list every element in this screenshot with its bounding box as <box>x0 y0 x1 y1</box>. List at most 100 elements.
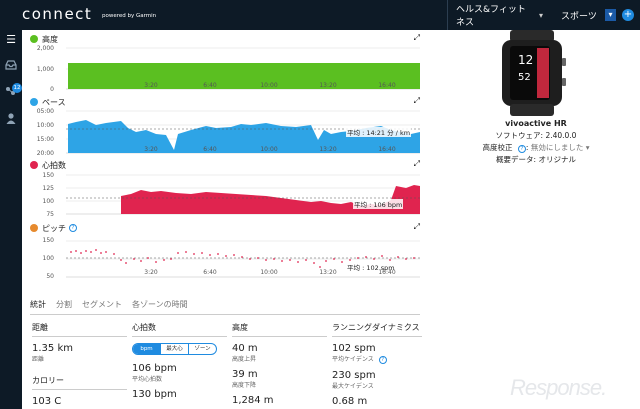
y-tick: 1,000 <box>36 66 54 73</box>
segment-bpm[interactable]: bpm <box>133 344 161 354</box>
y-tick: 125 <box>42 185 54 192</box>
avg-cadence-label-text: 平均ケイデンス <box>332 356 374 363</box>
expand-icon[interactable]: ⤢ <box>414 33 420 43</box>
elev-gain-label: 高度上昇 <box>232 356 257 363</box>
max-hr-value: 130 bpm <box>132 389 177 400</box>
add-button[interactable]: + <box>622 9 634 21</box>
elevation-correction-value[interactable]: 無効にしました <box>531 143 584 152</box>
elevation-area <box>68 63 420 89</box>
device-image: 12 52 <box>502 30 566 116</box>
nav-sports[interactable]: スポーツ <box>555 0 607 30</box>
pace-chart: ペース ⤢ 05:00 10:00 15:00 20:00 平均 : 14:21… <box>30 96 420 157</box>
chart-title: ピッチ <box>42 223 66 233</box>
logo-subtitle: powered by Garmin <box>102 13 157 19</box>
avg-hr-value: 106 bpm <box>132 363 177 374</box>
segment-zones[interactable]: ゾーン <box>189 344 216 354</box>
info-icon[interactable]: ? <box>69 224 77 232</box>
chart-header: 心拍数 <box>30 159 66 171</box>
y-tick: 100 <box>42 198 54 205</box>
elevation-chart: 高度 ⤢ 2,000 1,000 0 3:20 6:40 10:00 13:20… <box>30 33 420 93</box>
distance-value: 1.35 km <box>32 343 73 354</box>
y-tick: 150 <box>42 237 54 244</box>
avg-cadence-label: 平均ケイデンス ? <box>332 354 422 364</box>
y-tick: 20:00 <box>36 150 54 157</box>
y-tick: 05:00 <box>36 108 54 115</box>
user-icon[interactable] <box>5 112 17 124</box>
summary-data: 概要データ: オリジナル <box>496 155 576 164</box>
chevron-down-icon: ▾ <box>608 10 613 19</box>
nav-sports-label: スポーツ <box>561 11 597 22</box>
svg-text:52: 52 <box>518 72 531 83</box>
stat-title: 距離 <box>32 322 127 337</box>
heart-rate-unit-toggle: bpm 最大心拍% ゾーン <box>132 343 217 355</box>
stat-title: 心拍数 <box>132 322 227 337</box>
elev-loss-label: 高度下降 <box>232 382 257 389</box>
left-sidebar: ☰ 12 <box>0 30 22 409</box>
chevron-down-icon[interactable]: ▾ <box>586 143 590 152</box>
expand-icon[interactable]: ⤢ <box>414 96 420 106</box>
stride-value: 0.68 m <box>332 396 368 407</box>
x-tick: 13:20 <box>319 82 337 89</box>
avg-hr-label: 平均心拍数 <box>132 376 163 383</box>
y-tick: 2,000 <box>36 45 54 52</box>
expand-icon[interactable]: ⤢ <box>414 222 420 232</box>
elevation-dot <box>30 35 38 43</box>
tab-time-in-zones[interactable]: 各ゾーンの時間 <box>132 299 188 313</box>
elev-loss-value: 39 m <box>232 369 258 380</box>
x-tick: 10:00 <box>260 82 278 89</box>
x-tick: 13:20 <box>319 146 337 153</box>
garmin-connect-logo[interactable]: connect <box>22 5 92 23</box>
elev-gain-value: 40 m <box>232 343 258 354</box>
device-info: vivoactive HR ソフトウェア: 2.40.0.0 高度校正 ?: 無… <box>432 118 640 166</box>
device-software: ソフトウェア: 2.40.0.0 <box>495 131 577 140</box>
nav-health-fitness[interactable]: ヘルス&フィットネス ▾ <box>447 0 543 30</box>
sports-dropdown-button[interactable]: ▾ <box>605 9 616 21</box>
chart-title: ペース <box>42 97 66 107</box>
heart-rate-average-label: 平均 : 106 bpm <box>353 199 404 209</box>
stat-title: 高度 <box>232 322 327 337</box>
y-tick: 75 <box>46 211 54 218</box>
top-bar: connect powered by Garmin ヘルス&フィットネス ▾ ス… <box>0 0 640 30</box>
watermark-logo: Response. <box>510 375 607 400</box>
pace-average-label: 平均 : 14:21 分 / km <box>346 127 412 137</box>
stat-title: ランニングダイナミクス <box>332 322 422 337</box>
device-name: vivoactive HR <box>505 119 567 128</box>
menu-icon[interactable]: ☰ <box>5 34 17 46</box>
info-icon[interactable]: ? <box>517 145 526 153</box>
expand-icon[interactable]: ⤢ <box>414 159 420 169</box>
x-tick: 10:00 <box>260 146 278 153</box>
x-tick: 6:40 <box>203 82 217 89</box>
stat-title: カロリー <box>32 375 127 390</box>
x-tick: 3:20 <box>144 82 158 89</box>
elev-max-value: 1,284 m <box>232 395 274 406</box>
x-tick: 16:40 <box>378 82 396 89</box>
chart-header: ペース <box>30 96 66 108</box>
max-cadence-value: 230 spm <box>332 370 376 381</box>
segment-max-hr-percent[interactable]: 最大心拍% <box>161 344 189 354</box>
x-tick: 13:20 <box>319 269 337 276</box>
chart-header: ピッチ ? <box>30 222 77 234</box>
inbox-icon[interactable] <box>5 60 17 72</box>
nav-health-label: ヘルス&フィットネス <box>456 5 526 28</box>
cadence-chart: ピッチ ? ⤢ 150 100 50 平均 : 102 spm 3:20 6:4… <box>30 222 420 288</box>
chart-header: 高度 <box>30 33 58 45</box>
max-cadence-label: 最大ケイデンス <box>332 383 374 390</box>
elevation-plot <box>66 47 420 90</box>
tab-segments[interactable]: セグメント <box>82 299 122 313</box>
tab-divider <box>30 314 420 315</box>
tab-splits[interactable]: 分割 <box>56 299 72 313</box>
chart-title: 高度 <box>42 34 58 44</box>
y-tick: 150 <box>42 172 54 179</box>
calories-value: 103 C <box>32 396 62 407</box>
svg-text:12: 12 <box>518 53 533 67</box>
y-tick: 100 <box>42 255 54 262</box>
info-icon[interactable]: ? <box>378 356 387 364</box>
pace-dot <box>30 98 38 106</box>
tab-stats[interactable]: 統計 <box>30 299 46 313</box>
avg-cadence-value: 102 spm <box>332 343 376 354</box>
heart-rate-dot <box>30 161 38 169</box>
x-tick: 3:20 <box>144 146 158 153</box>
x-tick: 6:40 <box>203 146 217 153</box>
chevron-down-icon[interactable]: ▾ <box>539 11 543 20</box>
x-tick: 6:40 <box>203 269 217 276</box>
